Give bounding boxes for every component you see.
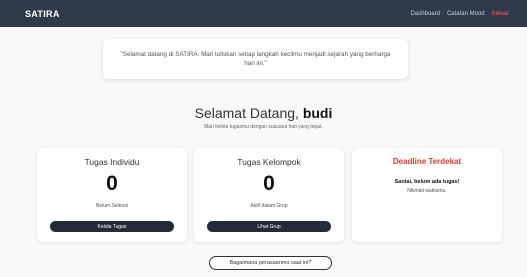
view-group-button[interactable]: Lihat Grup <box>207 221 331 232</box>
brand-logo[interactable]: SATIRA <box>25 9 60 19</box>
nav-links: Dashboard Catatan Mood Keluar <box>411 11 509 17</box>
top-navbar: SATIRA Dashboard Catatan Mood Keluar <box>0 0 527 27</box>
welcome-heading: Selamat Datang, budi <box>0 105 527 121</box>
group-task-card: Tugas Kelompok 0 Aktif dalam Grup Lihat … <box>194 148 344 242</box>
welcome-subtitle: Mari kelola tugasmu dengan suasana hati … <box>204 124 323 130</box>
deadline-card: Deadline Terdekat Santai, belum ada tuga… <box>352 148 502 242</box>
individual-task-title: Tugas Individu <box>84 157 140 167</box>
deadline-empty-note: Nikmati waktumu. <box>407 188 447 194</box>
welcome-username: budi <box>302 105 333 121</box>
group-task-count: 0 <box>263 172 275 195</box>
deadline-title: Deadline Terdekat <box>392 157 462 166</box>
individual-task-caption: Belum Selesai <box>96 203 128 209</box>
nav-link-mood-notes[interactable]: Catatan Mood <box>447 11 485 17</box>
mood-check-button[interactable]: Bagaimana perasaanmu saat ini? <box>209 256 332 270</box>
manage-tasks-button[interactable]: Kelola Tugas <box>50 221 174 232</box>
group-task-caption: Aktif dalam Grup <box>250 203 288 209</box>
group-task-title: Tugas Kelompok <box>237 157 301 167</box>
deadline-empty-title: Santai, belum ada tugas! <box>394 179 460 185</box>
dashboard-page: "Selamat datang di SATIRA. Mari tuliskan… <box>0 27 527 277</box>
quote-text: "Selamat datang di SATIRA. Mari tuliskan… <box>120 51 391 67</box>
nav-link-dashboard[interactable]: Dashboard <box>411 11 440 17</box>
individual-task-card: Tugas Individu 0 Belum Selesai Kelola Tu… <box>37 148 187 242</box>
quote-card: "Selamat datang di SATIRA. Mari tuliskan… <box>103 39 408 79</box>
nav-link-logout[interactable]: Keluar <box>492 11 509 17</box>
welcome-greeting: Selamat Datang, <box>194 105 299 121</box>
individual-task-count: 0 <box>106 172 118 195</box>
